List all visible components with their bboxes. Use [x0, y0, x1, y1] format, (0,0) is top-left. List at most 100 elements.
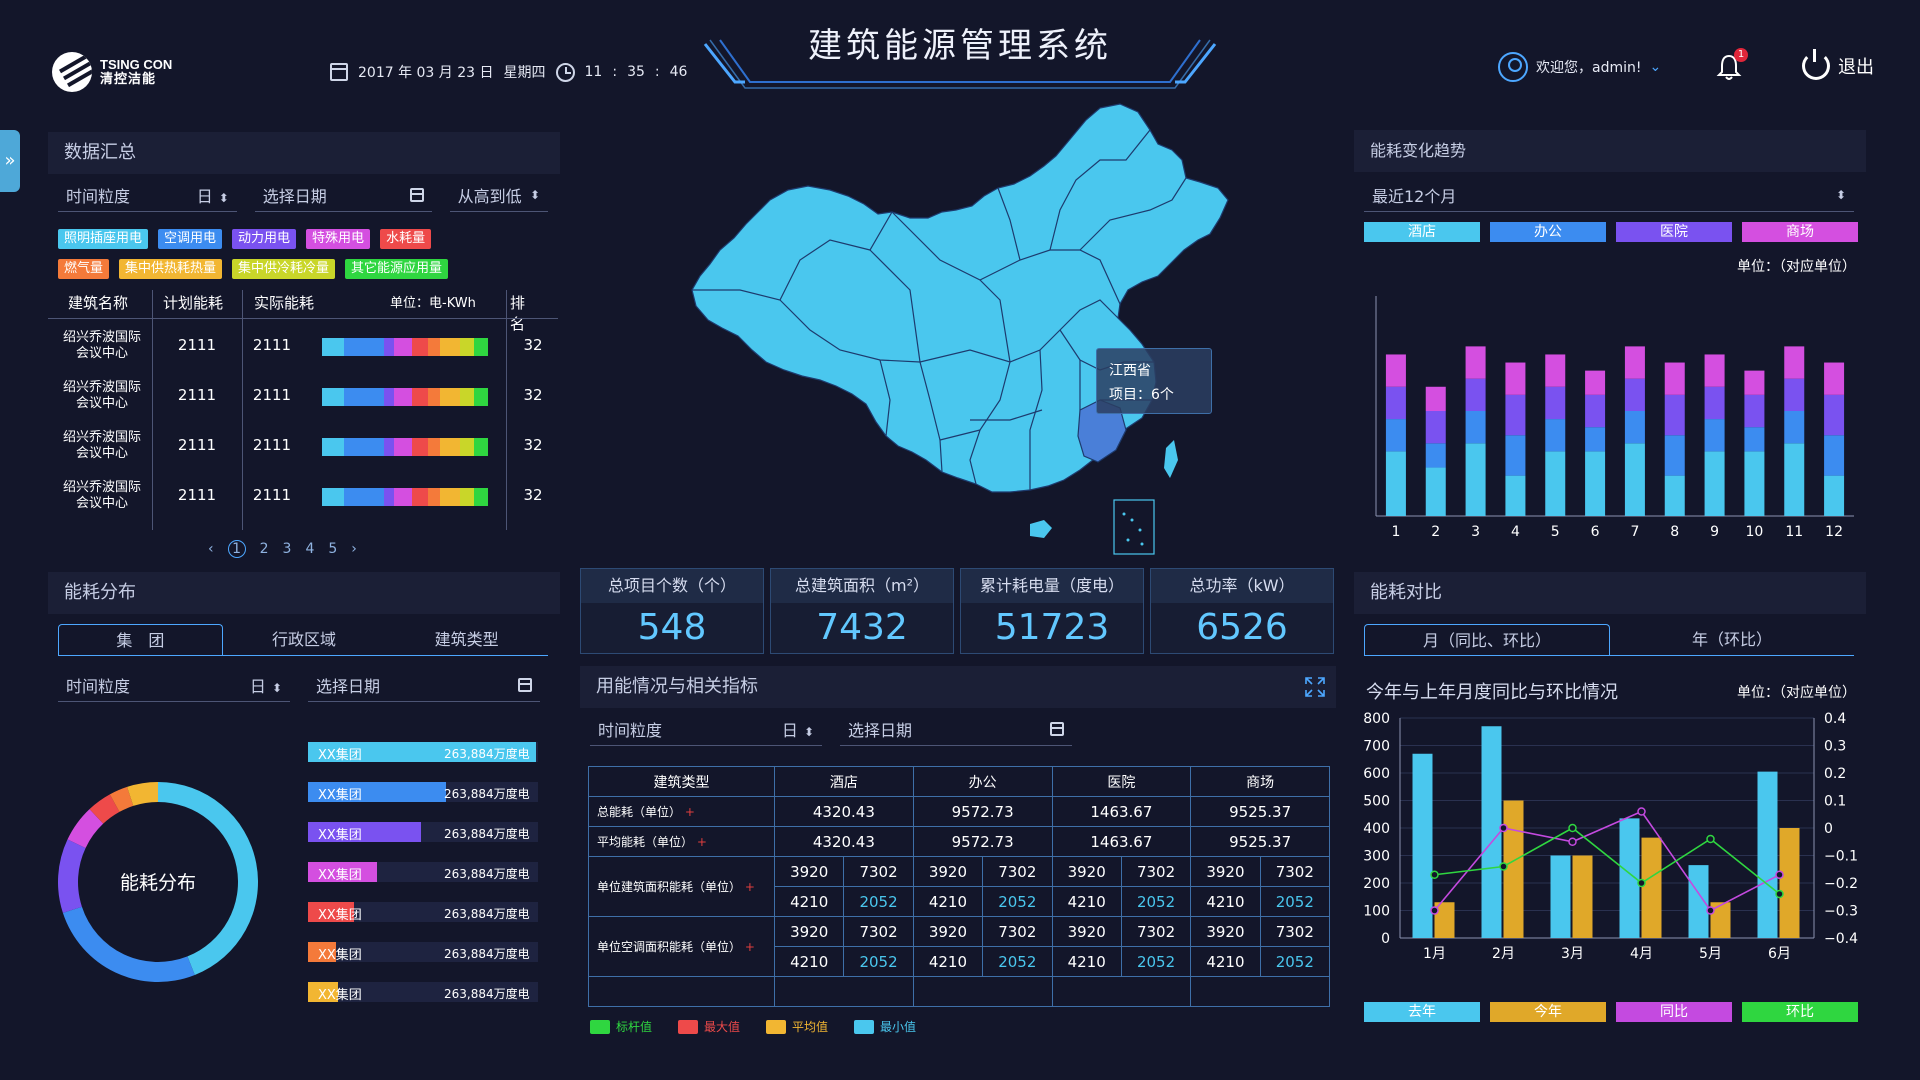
trend-bar-segment[interactable]	[1585, 394, 1606, 428]
category-tag[interactable]: 集中供热耗热量	[119, 259, 223, 279]
trend-bar-segment[interactable]	[1505, 475, 1526, 516]
tab-monthly[interactable]: 月（同比、环比）	[1364, 624, 1610, 655]
compare-point[interactable]	[1499, 862, 1508, 871]
trend-bar-segment[interactable]	[1744, 451, 1765, 516]
legend-item[interactable]: 环比	[1742, 1002, 1858, 1022]
trend-bar-segment[interactable]	[1465, 443, 1486, 516]
summary-date-picker[interactable]: 选择日期	[254, 178, 432, 212]
trend-bar-segment[interactable]	[1465, 411, 1486, 444]
usage-granularity-select[interactable]: 时间粒度 日 ⬍	[590, 712, 822, 746]
trend-bar-segment[interactable]	[1664, 362, 1685, 395]
legend-item[interactable]: 医院	[1616, 222, 1732, 242]
trend-bar-segment[interactable]	[1545, 354, 1566, 387]
tab-yearly[interactable]: 年（环比）	[1610, 624, 1854, 655]
summary-granularity-select[interactable]: 时间粒度 日 ⬍	[58, 178, 237, 212]
legend-item[interactable]: 办公	[1490, 222, 1606, 242]
compare-point[interactable]	[1430, 906, 1439, 915]
page-1[interactable]: 1	[227, 540, 246, 558]
page-2[interactable]: 2	[260, 541, 269, 557]
category-tag[interactable]: 特殊用电	[306, 229, 371, 249]
china-map[interactable]	[680, 100, 1240, 560]
table-row[interactable]: 绍兴乔波国际 会议中心 2111 2111 32	[48, 422, 558, 472]
legend-item[interactable]: 今年	[1490, 1002, 1606, 1022]
tab-building-type[interactable]: 建筑类型	[385, 624, 548, 655]
compare-point[interactable]	[1775, 889, 1784, 899]
trend-bar-segment[interactable]	[1824, 435, 1845, 476]
map-region-taiwan[interactable]	[1164, 440, 1178, 478]
category-tag[interactable]: 空调用电	[158, 229, 223, 249]
summary-sort-select[interactable]: 从高到低 ⬍	[449, 178, 548, 212]
trend-bar-segment[interactable]	[1624, 411, 1645, 444]
category-tag[interactable]: 水耗量	[380, 229, 432, 249]
trend-bar-segment[interactable]	[1505, 394, 1526, 436]
logout-button[interactable]: 退出	[1802, 49, 1874, 80]
trend-bar-segment[interactable]	[1385, 419, 1406, 452]
trend-bar-segment[interactable]	[1425, 443, 1446, 468]
list-item[interactable]: XX集团 263,884万度电	[308, 978, 546, 1018]
prev-page-button[interactable]: ‹	[208, 541, 214, 557]
legend-item[interactable]: 商场	[1742, 222, 1858, 242]
usage-date-picker[interactable]: 选择日期	[840, 712, 1072, 746]
compare-bar[interactable]	[1641, 837, 1662, 938]
trend-bar-segment[interactable]	[1385, 354, 1406, 387]
table-row[interactable]: 绍兴乔波国际 会议中心 2111 2111 32	[48, 372, 558, 422]
trend-bar-segment[interactable]	[1545, 419, 1566, 452]
compare-point[interactable]	[1706, 906, 1715, 915]
tab-region[interactable]: 行政区域	[223, 624, 386, 655]
category-tag[interactable]: 动力用电	[232, 229, 297, 249]
legend-item[interactable]: 去年	[1364, 1002, 1480, 1022]
sidebar-toggle[interactable]: »	[0, 130, 20, 192]
list-item[interactable]: XX集团 263,884万度电	[308, 818, 546, 858]
tab-group[interactable]: 集 团	[58, 624, 223, 655]
table-row[interactable]: 绍兴乔波国际 会议中心 2111 2111 32	[48, 322, 558, 372]
compare-point[interactable]	[1568, 837, 1577, 846]
page-3[interactable]: 3	[283, 541, 292, 557]
donut-segment[interactable]	[62, 906, 195, 982]
next-page-button[interactable]: ›	[351, 541, 357, 557]
trend-bar-segment[interactable]	[1744, 370, 1765, 395]
trend-bar-segment[interactable]	[1505, 362, 1526, 395]
list-item[interactable]: XX集团 263,884万度电	[308, 858, 546, 898]
trend-bar-segment[interactable]	[1425, 411, 1446, 444]
compare-bar[interactable]	[1757, 771, 1778, 938]
trend-bar-segment[interactable]	[1585, 451, 1606, 516]
compare-bar[interactable]	[1412, 753, 1433, 938]
trend-bar-segment[interactable]	[1824, 394, 1845, 436]
category-tag[interactable]: 其它能源应用量	[345, 259, 449, 279]
compare-bar[interactable]	[1481, 726, 1502, 938]
category-tag[interactable]: 照明插座用电	[58, 229, 149, 249]
trend-bar-segment[interactable]	[1664, 394, 1685, 436]
compare-point[interactable]	[1706, 834, 1715, 844]
trend-bar-segment[interactable]	[1385, 451, 1406, 516]
trend-bar-segment[interactable]	[1505, 435, 1526, 476]
compare-point[interactable]	[1775, 870, 1784, 879]
table-row[interactable]: 绍兴乔波国际 会议中心 2111 2111 32	[48, 472, 558, 522]
trend-bar-segment[interactable]	[1624, 443, 1645, 516]
list-item[interactable]: XX集团 263,884万度电	[308, 738, 546, 778]
distribution-granularity-select[interactable]: 时间粒度 日 ⬍	[58, 668, 290, 702]
compare-bar[interactable]	[1688, 865, 1709, 938]
trend-bar-segment[interactable]	[1545, 451, 1566, 516]
list-item[interactable]: XX集团 263,884万度电	[308, 778, 546, 818]
trend-bar-segment[interactable]	[1465, 346, 1486, 379]
trend-bar-segment[interactable]	[1624, 346, 1645, 379]
trend-bar-segment[interactable]	[1784, 411, 1805, 444]
trend-period-select[interactable]: 最近12个月 ⬍	[1364, 178, 1854, 212]
trend-bar-segment[interactable]	[1824, 362, 1845, 395]
trend-bar-segment[interactable]	[1585, 370, 1606, 395]
user-menu[interactable]: 欢迎您，admin! ⌄	[1498, 52, 1661, 82]
compare-bar[interactable]	[1572, 855, 1593, 939]
compare-point[interactable]	[1430, 870, 1439, 879]
legend-item[interactable]: 同比	[1616, 1002, 1732, 1022]
compare-point[interactable]	[1637, 807, 1646, 816]
trend-bar-segment[interactable]	[1704, 451, 1725, 516]
map-region-hainan[interactable]	[1030, 520, 1052, 538]
trend-bar-segment[interactable]	[1585, 427, 1606, 452]
trend-bar-segment[interactable]	[1704, 354, 1725, 387]
category-tag[interactable]: 燃气量	[58, 259, 110, 279]
compare-bar[interactable]	[1779, 828, 1800, 938]
trend-bar-segment[interactable]	[1425, 386, 1446, 411]
expand-icon[interactable]	[1304, 676, 1326, 698]
trend-bar-segment[interactable]	[1784, 443, 1805, 516]
compare-bar[interactable]	[1550, 855, 1571, 939]
